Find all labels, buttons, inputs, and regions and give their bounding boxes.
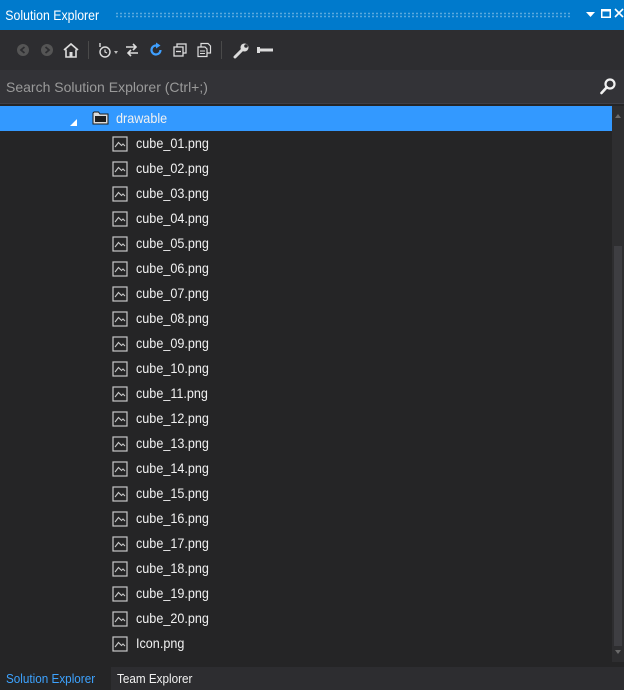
file-label: cube_04.png: [136, 210, 209, 226]
file-label: cube_06.png: [136, 260, 209, 276]
tree-file-item[interactable]: cube_01.png: [0, 131, 612, 156]
tree-file-item[interactable]: cube_10.png: [0, 356, 612, 381]
image-file-icon: [112, 361, 128, 380]
image-file-icon: [112, 261, 128, 280]
tree-file-item[interactable]: cube_05.png: [0, 231, 612, 256]
tab-solution-explorer[interactable]: Solution Explorer: [0, 667, 111, 690]
image-file-icon: [112, 386, 128, 405]
tree-file-item[interactable]: cube_09.png: [0, 331, 612, 356]
window-title: Solution Explorer: [5, 7, 100, 23]
collapse-all-icon[interactable]: [169, 38, 191, 62]
file-label: cube_19.png: [136, 585, 209, 601]
title-grip[interactable]: [114, 12, 572, 18]
file-label: cube_01.png: [136, 135, 209, 151]
file-label: cube_08.png: [136, 310, 209, 326]
image-file-icon: [112, 586, 128, 605]
image-file-icon: [112, 561, 128, 580]
refresh-icon[interactable]: [145, 38, 167, 62]
image-file-icon: [112, 236, 128, 255]
file-label: cube_02.png: [136, 160, 209, 176]
dropdown-arrow-icon[interactable]: [582, 0, 598, 30]
home-icon[interactable]: [60, 38, 82, 62]
tree-file-item[interactable]: cube_17.png: [0, 531, 612, 556]
tab-label: Team Explorer: [117, 671, 193, 686]
scroll-up-icon[interactable]: [615, 114, 621, 118]
solution-tree: drawable cube_01.png cube_02.png cube_03.p…: [0, 106, 612, 662]
tab-team-explorer[interactable]: Team Explorer: [111, 667, 207, 690]
tree-file-item[interactable]: cube_11.png: [0, 381, 612, 406]
tab-label: Solution Explorer: [6, 671, 96, 686]
scroll-down-icon[interactable]: [615, 650, 621, 654]
expander-icon[interactable]: [70, 114, 78, 130]
file-label: cube_10.png: [136, 360, 209, 376]
scrollbar-thumb[interactable]: [614, 246, 622, 646]
file-label: cube_13.png: [136, 435, 209, 451]
title-bar: Solution Explorer: [0, 0, 624, 30]
maximize-icon[interactable]: [598, 0, 614, 30]
image-file-icon: [112, 211, 128, 230]
tree-file-item[interactable]: cube_20.png: [0, 606, 612, 631]
tree-file-item[interactable]: cube_02.png: [0, 156, 612, 181]
search-input[interactable]: [0, 70, 590, 103]
folder-label: drawable: [116, 110, 168, 126]
image-file-icon: [112, 436, 128, 455]
vertical-scrollbar[interactable]: [612, 106, 624, 662]
tree-file-item[interactable]: cube_03.png: [0, 181, 612, 206]
file-label: Icon.png: [136, 635, 185, 651]
image-file-icon: [112, 161, 128, 180]
tree-file-item[interactable]: cube_08.png: [0, 306, 612, 331]
properties-wrench-icon[interactable]: [230, 38, 252, 62]
search-box: [0, 70, 624, 104]
file-label: cube_05.png: [136, 235, 209, 251]
pending-changes-icon[interactable]: [97, 38, 119, 62]
image-file-icon: [112, 536, 128, 555]
close-icon[interactable]: [614, 0, 624, 30]
file-label: cube_09.png: [136, 335, 209, 351]
tree-file-item[interactable]: cube_12.png: [0, 406, 612, 431]
file-label: cube_07.png: [136, 285, 209, 301]
tree-file-item[interactable]: cube_18.png: [0, 556, 612, 581]
image-file-icon: [112, 186, 128, 205]
file-label: cube_14.png: [136, 460, 209, 476]
image-file-icon: [112, 286, 128, 305]
toolbar-separator: [221, 41, 222, 59]
image-file-icon: [112, 611, 128, 630]
image-file-icon: [112, 411, 128, 430]
image-file-icon: [112, 636, 128, 655]
tree-file-item[interactable]: cube_04.png: [0, 206, 612, 231]
tree-file-item[interactable]: cube_07.png: [0, 281, 612, 306]
file-label: cube_16.png: [136, 510, 209, 526]
file-label: cube_20.png: [136, 610, 209, 626]
tree-file-item[interactable]: Icon.png: [0, 631, 612, 656]
image-file-icon: [112, 486, 128, 505]
tree-file-item[interactable]: cube_16.png: [0, 506, 612, 531]
toolbar: [0, 30, 624, 70]
preview-icon[interactable]: [254, 38, 276, 62]
forward-arrow-icon[interactable]: [36, 38, 58, 62]
tree-file-item[interactable]: cube_06.png: [0, 256, 612, 281]
tree-file-item[interactable]: cube_19.png: [0, 581, 612, 606]
file-label: cube_17.png: [136, 535, 209, 551]
image-file-icon: [112, 511, 128, 530]
search-icon[interactable]: [600, 78, 616, 100]
tree-file-item[interactable]: cube_14.png: [0, 456, 612, 481]
toolbar-separator: [88, 41, 89, 59]
folder-icon: [92, 110, 110, 129]
tree-file-item[interactable]: cube_15.png: [0, 481, 612, 506]
back-arrow-icon[interactable]: [12, 38, 34, 62]
file-label: cube_03.png: [136, 185, 209, 201]
tree-folder-drawable[interactable]: drawable: [0, 106, 612, 131]
file-label: cube_11.png: [136, 385, 208, 401]
image-file-icon: [112, 461, 128, 480]
image-file-icon: [112, 136, 128, 155]
bottom-tab-strip: Solution Explorer Team Explorer: [0, 667, 624, 690]
tree-file-item[interactable]: cube_13.png: [0, 431, 612, 456]
image-file-icon: [112, 311, 128, 330]
image-file-icon: [112, 336, 128, 355]
show-all-files-icon[interactable]: [193, 38, 215, 62]
file-label: cube_18.png: [136, 560, 209, 576]
sync-icon[interactable]: [121, 38, 143, 62]
file-label: cube_15.png: [136, 485, 209, 501]
file-label: cube_12.png: [136, 410, 209, 426]
